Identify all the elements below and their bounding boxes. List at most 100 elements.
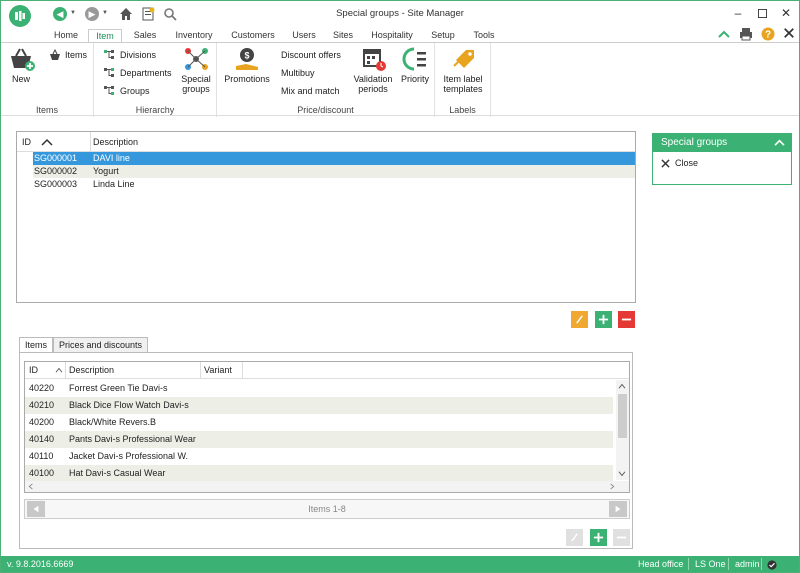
tab-users[interactable]: Users xyxy=(286,29,322,43)
scrollbar-thumb[interactable] xyxy=(618,394,627,438)
table-row[interactable]: 40200 Black/White Revers.B xyxy=(25,414,613,431)
discount-offers-button[interactable]: Discount offers xyxy=(281,48,341,62)
table-row[interactable]: SG000002 Yogurt xyxy=(33,165,635,178)
collapse-ribbon-icon[interactable] xyxy=(717,27,731,41)
special-groups-grid-header: ID Description xyxy=(17,132,635,152)
special-groups-button[interactable]: Special groups xyxy=(178,46,214,94)
divisions-button[interactable]: Divisions xyxy=(103,48,156,62)
item-label-templates-button[interactable]: Item label templates xyxy=(438,46,488,94)
product-text: LS One xyxy=(695,559,726,569)
tab-customers[interactable]: Customers xyxy=(225,29,281,43)
table-row[interactable]: 40110 Jacket Davi-s Professional W. xyxy=(25,448,613,465)
scroll-down-icon[interactable] xyxy=(618,471,626,477)
validation-periods-button[interactable]: Validation periods xyxy=(352,46,394,94)
chevron-up-icon[interactable] xyxy=(774,134,785,154)
side-panel-close-label: Close xyxy=(675,158,699,168)
side-panel-header[interactable]: Special groups xyxy=(653,134,791,152)
promotions-label: Promotions xyxy=(224,74,270,84)
table-row[interactable]: 40210 Black Dice Flow Watch Davi-s xyxy=(25,397,613,414)
mix-and-match-button[interactable]: Mix and match xyxy=(281,84,340,98)
connection-status-icon xyxy=(767,559,777,573)
special-groups-label-2: groups xyxy=(182,84,210,94)
add-item-button[interactable] xyxy=(590,529,607,546)
item-description: Black/White Revers.B xyxy=(69,417,157,427)
add-group-button[interactable] xyxy=(595,311,612,328)
print-icon[interactable] xyxy=(739,27,753,41)
new-item-button[interactable]: New xyxy=(5,46,37,84)
multibuy-button[interactable]: Multibuy xyxy=(281,66,315,80)
item-label-templates-label-1: Item label xyxy=(443,74,483,84)
sort-ascending-icon[interactable] xyxy=(41,132,55,152)
row-id: SG000003 xyxy=(34,179,78,189)
item-description: Hat Davi-s Casual Wear xyxy=(69,468,166,478)
ribbon-tabs: Home Item Sales Inventory Customers User… xyxy=(1,27,799,44)
scroll-right-icon[interactable] xyxy=(610,483,615,490)
version-text: v. 9.8.2016.6669 xyxy=(7,559,74,569)
tab-setup[interactable]: Setup xyxy=(425,29,461,43)
edit-group-button[interactable] xyxy=(571,311,588,328)
calendar-icon xyxy=(358,46,388,72)
tab-tools[interactable]: Tools xyxy=(466,29,502,43)
basket-add-icon xyxy=(6,46,36,72)
hierarchy-icon xyxy=(103,49,117,61)
special-groups-grid: ID Description SG000001 DAVI line SG0000… xyxy=(16,131,636,303)
row-description: DAVI line xyxy=(93,153,130,163)
scroll-up-icon[interactable] xyxy=(618,383,626,389)
new-item-label: New xyxy=(11,74,30,84)
tab-inventory[interactable]: Inventory xyxy=(168,29,220,43)
next-page-button[interactable] xyxy=(609,501,627,517)
app-window: ◀ ▼ ▶ ▼ Special groups - Site Manager – … xyxy=(0,0,800,573)
side-panel: Special groups Close xyxy=(652,133,792,185)
tab-hospitality[interactable]: Hospitality xyxy=(364,29,420,43)
remove-item-button[interactable] xyxy=(613,529,630,546)
tab-sites[interactable]: Sites xyxy=(327,29,359,43)
status-divider xyxy=(688,558,689,570)
tab-home[interactable]: Home xyxy=(49,29,83,43)
column-header-description[interactable]: Description xyxy=(69,362,114,379)
table-row[interactable]: SG000001 DAVI line xyxy=(33,152,635,165)
column-divider xyxy=(90,132,91,152)
items-button[interactable]: Items xyxy=(48,48,87,62)
pager: Items 1-8 xyxy=(24,499,630,519)
tab-items[interactable]: Items xyxy=(19,337,54,353)
item-description: Pants Davi-s Professional Wear xyxy=(69,434,196,444)
close-view-icon[interactable] xyxy=(783,27,795,41)
maximize-button[interactable] xyxy=(753,5,771,21)
status-bar: v. 9.8.2016.6669 Head office LS One admi… xyxy=(1,556,799,572)
edit-item-button[interactable] xyxy=(566,529,583,546)
horizontal-scrollbar[interactable] xyxy=(25,481,629,492)
svg-text:$: $ xyxy=(244,51,249,61)
side-panel-title: Special groups xyxy=(661,137,728,148)
table-row[interactable]: 40140 Pants Davi-s Professional Wear xyxy=(25,431,613,448)
sort-ascending-icon[interactable] xyxy=(55,362,63,379)
special-groups-label-1: Special xyxy=(181,74,211,84)
column-header-id[interactable]: ID xyxy=(29,362,38,379)
tab-prices-and-discounts[interactable]: Prices and discounts xyxy=(53,337,149,353)
tab-sales[interactable]: Sales xyxy=(127,29,163,43)
vertical-scrollbar[interactable] xyxy=(616,380,629,480)
user-text: admin xyxy=(735,559,760,569)
priority-icon xyxy=(400,46,430,72)
remove-group-button[interactable] xyxy=(618,311,635,328)
minimize-button[interactable]: – xyxy=(729,5,747,21)
table-row[interactable]: SG000003 Linda Line xyxy=(33,178,635,191)
items-grid: ID Description Variant 40220 Forrest Gre… xyxy=(24,361,630,493)
table-row[interactable]: 40220 Forrest Green Tie Davi-s xyxy=(25,380,613,397)
ribbon-group-price-discount: $ Promotions Discount offers Multibuy Mi… xyxy=(217,43,435,117)
column-header-id[interactable]: ID xyxy=(22,132,31,152)
table-row[interactable]: 40100 Hat Davi-s Casual Wear xyxy=(25,465,613,482)
pencil-icon xyxy=(571,533,578,542)
scroll-left-icon[interactable] xyxy=(28,483,33,490)
priority-button[interactable]: Priority xyxy=(397,46,433,84)
column-header-variant[interactable]: Variant xyxy=(204,362,232,379)
departments-button[interactable]: Departments xyxy=(103,66,172,80)
column-header-description[interactable]: Description xyxy=(93,132,138,152)
item-id: 40100 xyxy=(29,468,55,478)
promotions-button[interactable]: $ Promotions xyxy=(223,46,271,84)
close-window-button[interactable]: ✕ xyxy=(777,5,795,21)
help-icon[interactable]: ? xyxy=(761,27,775,41)
ribbon-group-labels: Item label templates Labels xyxy=(435,43,491,117)
validation-periods-label-2: periods xyxy=(358,84,388,94)
groups-button[interactable]: Groups xyxy=(103,84,150,98)
side-panel-close[interactable]: Close xyxy=(661,158,698,168)
